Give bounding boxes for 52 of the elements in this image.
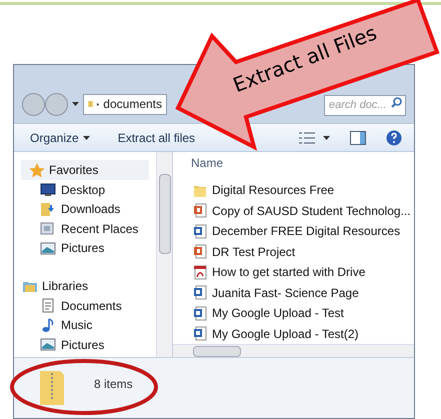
file-row[interactable]: Digital Resources Free xyxy=(193,180,414,201)
zip-folder-icon xyxy=(38,369,66,407)
file-row[interactable]: My Google Upload - Test xyxy=(193,303,414,324)
address-bar[interactable]: documents xyxy=(83,94,167,114)
star-icon xyxy=(29,162,45,178)
document-file-icon xyxy=(193,224,207,239)
presentation-file-icon xyxy=(193,203,207,218)
nav-group-header[interactable]: Libraries xyxy=(14,276,156,296)
caret-icon xyxy=(82,136,90,140)
nav-group-header[interactable]: Favorites xyxy=(21,160,149,180)
file-row[interactable]: DR Test Project xyxy=(193,242,414,262)
document-file-icon xyxy=(193,326,207,342)
caret-icon xyxy=(72,102,79,106)
help-icon[interactable] xyxy=(386,130,402,146)
file-row[interactable]: My Google Upload - Test(2) xyxy=(193,324,414,344)
horizontal-scrollbar[interactable] xyxy=(173,344,414,357)
file-row[interactable]: Copy of SAUSD Student Technolog... xyxy=(193,200,414,222)
file-row[interactable]: December FREE Digital Resources xyxy=(193,221,414,242)
nav-item[interactable]: Pictures xyxy=(40,335,104,354)
extract-button[interactable]: Extract all files xyxy=(110,128,204,146)
item-count: 8 items xyxy=(94,376,133,393)
nav-item[interactable]: Music xyxy=(40,316,92,335)
nav-item[interactable]: Recent Places xyxy=(40,219,138,238)
nav-item[interactable]: Desktop xyxy=(40,180,106,200)
file-row[interactable]: Juanita Fast- Science Page xyxy=(193,282,414,304)
address-path: documents xyxy=(103,96,162,113)
search-icon xyxy=(391,97,402,108)
recent-places-icon xyxy=(40,221,56,236)
document-icon xyxy=(40,298,56,314)
nav-item[interactable]: Pictures xyxy=(40,238,104,258)
document-file-icon xyxy=(193,306,207,321)
nav-item[interactable]: Documents xyxy=(40,296,122,316)
monitor-icon xyxy=(40,182,56,198)
picture-icon xyxy=(40,337,56,352)
scrollbar[interactable] xyxy=(156,152,172,357)
document-file-icon xyxy=(193,285,207,300)
caret-icon xyxy=(323,136,330,140)
back-button[interactable] xyxy=(22,92,45,116)
chevron-icon xyxy=(97,100,100,108)
column-header[interactable]: Name xyxy=(173,152,414,174)
organize-button[interactable]: Organize xyxy=(22,128,98,146)
search-field[interactable]: earch doc... xyxy=(324,94,406,116)
presentation-file-icon xyxy=(193,244,207,260)
forward-button[interactable] xyxy=(45,92,68,116)
download-folder-icon xyxy=(40,202,56,217)
nav-item[interactable]: Downloads xyxy=(40,200,120,219)
pdf-file-icon xyxy=(193,264,207,280)
preview-pane-icon[interactable] xyxy=(350,130,366,144)
music-note-icon xyxy=(40,318,56,333)
view-list-icon[interactable] xyxy=(299,132,315,144)
picture-icon xyxy=(40,240,56,256)
file-row[interactable]: How to get started with Drive xyxy=(193,262,414,283)
